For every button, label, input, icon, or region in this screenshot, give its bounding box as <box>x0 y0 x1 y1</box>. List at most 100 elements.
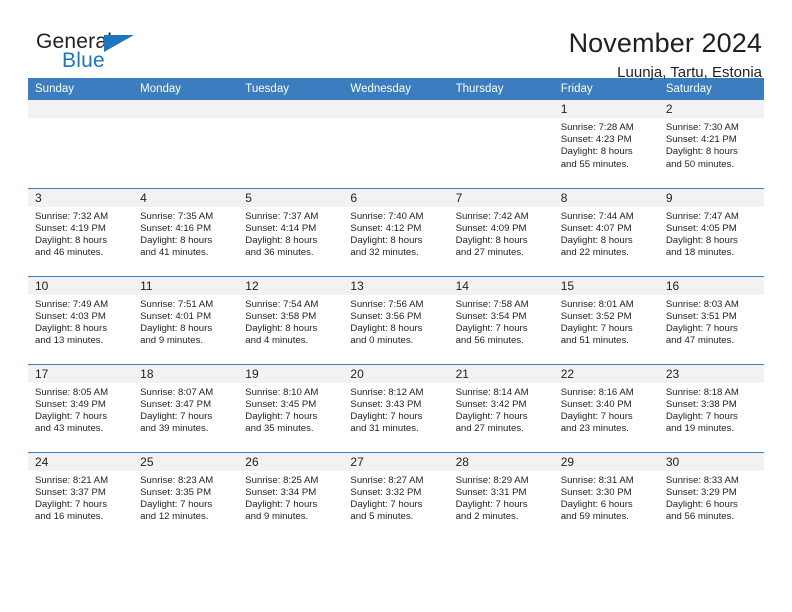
day-cell[interactable]: 26 Sunrise: 8:25 AM Sunset: 3:34 PM Dayl… <box>238 451 344 540</box>
daylight-text-line1: Daylight: 7 hours <box>455 322 528 334</box>
day-cell[interactable]: 18 Sunrise: 8:07 AM Sunset: 3:47 PM Dayl… <box>133 363 239 452</box>
day-cell[interactable]: 13 Sunrise: 7:56 AM Sunset: 3:56 PM Dayl… <box>343 275 449 364</box>
daylight-text-line1: Daylight: 7 hours <box>140 498 213 510</box>
day-cell[interactable]: 15 Sunrise: 8:01 AM Sunset: 3:52 PM Dayl… <box>553 275 659 364</box>
calendar-page: General Blue November 2024 Luunja, Tartu… <box>0 0 792 612</box>
sunset-text: Sunset: 3:43 PM <box>350 398 422 410</box>
day-cell[interactable] <box>133 100 239 188</box>
daylight-text-line2: and 2 minutes. <box>455 511 519 523</box>
day-cell[interactable]: 21 Sunrise: 8:14 AM Sunset: 3:42 PM Dayl… <box>448 363 554 452</box>
daylight-text-line2: and 43 minutes. <box>35 423 104 435</box>
day-number: 14 <box>448 276 554 295</box>
day-number: 25 <box>133 452 239 471</box>
day-cell[interactable] <box>448 100 554 188</box>
daylight-text-line2: and 27 minutes. <box>455 423 524 435</box>
day-cell[interactable]: 23 Sunrise: 8:18 AM Sunset: 3:38 PM Dayl… <box>658 363 764 452</box>
sunrise-text: Sunrise: 7:30 AM <box>665 122 739 133</box>
daylight-text-line2: and 23 minutes. <box>560 423 629 435</box>
daylight-text-line1: Daylight: 8 hours <box>560 146 633 158</box>
sunrise-text: Sunrise: 7:42 AM <box>455 210 529 222</box>
sunset-text: Sunset: 3:52 PM <box>560 310 632 322</box>
day-number: 13 <box>343 276 449 295</box>
day-cell[interactable]: 8 Sunrise: 7:44 AM Sunset: 4:07 PM Dayli… <box>553 187 659 276</box>
day-cell[interactable]: 6 Sunrise: 7:40 AM Sunset: 4:12 PM Dayli… <box>343 187 449 276</box>
daylight-text-line1: Daylight: 8 hours <box>140 322 213 334</box>
daylight-text-line2: and 56 minutes. <box>665 511 735 523</box>
day-cell[interactable]: 16 Sunrise: 8:03 AM Sunset: 3:51 PM Dayl… <box>658 275 764 364</box>
daylight-text-line2: and 16 minutes. <box>35 511 104 523</box>
day-cell[interactable] <box>238 100 344 188</box>
daylight-text-line1: Daylight: 7 hours <box>665 410 738 422</box>
daylight-text-line1: Daylight: 7 hours <box>350 498 423 510</box>
day-number: 26 <box>238 452 344 471</box>
sunset-text: Sunset: 4:14 PM <box>245 222 317 234</box>
sunrise-text: Sunrise: 8:27 AM <box>350 474 424 486</box>
sunset-text: Sunset: 4:23 PM <box>560 134 632 146</box>
day-cell[interactable]: 29 Sunrise: 8:31 AM Sunset: 3:30 PM Dayl… <box>553 451 659 540</box>
sunset-text: Sunset: 3:56 PM <box>350 310 422 322</box>
day-cell[interactable]: 9 Sunrise: 7:47 AM Sunset: 4:05 PM Dayli… <box>658 187 764 276</box>
day-cell[interactable]: 4 Sunrise: 7:35 AM Sunset: 4:16 PM Dayli… <box>133 187 239 276</box>
sunrise-text: Sunrise: 8:05 AM <box>35 386 109 398</box>
daylight-text-line2: and 39 minutes. <box>140 423 209 435</box>
daylight-text-line1: Daylight: 7 hours <box>350 410 423 422</box>
daylight-text-line1: Daylight: 8 hours <box>245 234 318 246</box>
day-cell[interactable]: 3 Sunrise: 7:32 AM Sunset: 4:19 PM Dayli… <box>28 187 134 276</box>
day-cell[interactable]: 5 Sunrise: 7:37 AM Sunset: 4:14 PM Dayli… <box>238 187 344 276</box>
sunset-text: Sunset: 4:01 PM <box>140 310 212 322</box>
sunrise-text: Sunrise: 8:21 AM <box>35 474 109 486</box>
sunrise-text: Sunrise: 7:28 AM <box>560 122 634 133</box>
day-cell[interactable]: 19 Sunrise: 8:10 AM Sunset: 3:45 PM Dayl… <box>238 363 344 452</box>
day-number: 7 <box>448 188 554 207</box>
daylight-text-line1: Daylight: 7 hours <box>560 410 633 422</box>
sunset-text: Sunset: 3:38 PM <box>665 398 737 410</box>
day-details: Sunrise: 7:32 AM Sunset: 4:19 PM Dayligh… <box>28 207 133 260</box>
day-cell[interactable]: 20 Sunrise: 8:12 AM Sunset: 3:43 PM Dayl… <box>343 363 449 452</box>
general-blue-logo[interactable]: General Blue <box>28 28 148 80</box>
day-cell[interactable]: 2 Sunrise: 7:30 AM Sunset: 4:21 PM Dayli… <box>658 100 764 188</box>
daylight-text-line1: Daylight: 8 hours <box>350 322 423 334</box>
day-details: Sunrise: 8:18 AM Sunset: 3:38 PM Dayligh… <box>659 383 764 436</box>
sunrise-text: Sunrise: 7:47 AM <box>665 210 739 222</box>
daylight-text-line1: Daylight: 8 hours <box>560 234 633 246</box>
day-cell[interactable]: 17 Sunrise: 8:05 AM Sunset: 3:49 PM Dayl… <box>28 363 134 452</box>
day-cell[interactable]: 11 Sunrise: 7:51 AM Sunset: 4:01 PM Dayl… <box>133 275 239 364</box>
day-cell[interactable]: 25 Sunrise: 8:23 AM Sunset: 3:35 PM Dayl… <box>133 451 239 540</box>
day-cell[interactable]: 12 Sunrise: 7:54 AM Sunset: 3:58 PM Dayl… <box>238 275 344 364</box>
sunrise-text: Sunrise: 8:03 AM <box>665 298 739 310</box>
sunrise-text: Sunrise: 8:01 AM <box>560 298 634 310</box>
day-cell[interactable] <box>343 100 449 188</box>
day-details: Sunrise: 7:37 AM Sunset: 4:14 PM Dayligh… <box>238 207 343 260</box>
sunrise-text: Sunrise: 8:29 AM <box>455 474 529 486</box>
daylight-text-line2: and 27 minutes. <box>455 247 524 259</box>
day-cell[interactable]: 7 Sunrise: 7:42 AM Sunset: 4:09 PM Dayli… <box>448 187 554 276</box>
day-cell[interactable]: 24 Sunrise: 8:21 AM Sunset: 3:37 PM Dayl… <box>28 451 134 540</box>
day-cell[interactable]: 27 Sunrise: 8:27 AM Sunset: 3:32 PM Dayl… <box>343 451 449 540</box>
daylight-text-line1: Daylight: 8 hours <box>35 234 107 246</box>
weekday-header-sunday: Sunday <box>28 78 134 100</box>
day-number: 24 <box>28 452 134 471</box>
day-cell[interactable]: 22 Sunrise: 8:16 AM Sunset: 3:40 PM Dayl… <box>553 363 659 452</box>
day-cell[interactable] <box>28 100 134 188</box>
day-details: Sunrise: 8:14 AM Sunset: 3:42 PM Dayligh… <box>449 383 554 436</box>
day-details: Sunrise: 7:40 AM Sunset: 4:12 PM Dayligh… <box>343 207 448 260</box>
day-cell[interactable]: 10 Sunrise: 7:49 AM Sunset: 4:03 PM Dayl… <box>28 275 134 364</box>
day-details: Sunrise: 7:54 AM Sunset: 3:58 PM Dayligh… <box>238 295 343 348</box>
sunset-text: Sunset: 3:45 PM <box>245 398 317 410</box>
day-number: 4 <box>133 188 239 207</box>
day-details: Sunrise: 8:10 AM Sunset: 3:45 PM Dayligh… <box>238 383 343 436</box>
daylight-text-line1: Daylight: 7 hours <box>455 498 528 510</box>
day-cell[interactable]: 30 Sunrise: 8:33 AM Sunset: 3:29 PM Dayl… <box>658 451 764 540</box>
sunset-text: Sunset: 3:37 PM <box>35 486 106 498</box>
day-cell[interactable]: 14 Sunrise: 7:58 AM Sunset: 3:54 PM Dayl… <box>448 275 554 364</box>
day-details: Sunrise: 7:42 AM Sunset: 4:09 PM Dayligh… <box>449 207 554 260</box>
sunrise-text: Sunrise: 8:25 AM <box>245 474 319 486</box>
day-number: 17 <box>28 364 134 383</box>
sunset-text: Sunset: 4:21 PM <box>665 134 737 146</box>
day-cell[interactable]: 28 Sunrise: 8:29 AM Sunset: 3:31 PM Dayl… <box>448 451 554 540</box>
day-number: 12 <box>238 276 344 295</box>
day-cell[interactable]: 1 Sunrise: 7:28 AM Sunset: 4:23 PM Dayli… <box>553 100 659 188</box>
day-details: Sunrise: 7:51 AM Sunset: 4:01 PM Dayligh… <box>133 295 238 348</box>
day-details: Sunrise: 8:05 AM Sunset: 3:49 PM Dayligh… <box>28 383 133 436</box>
day-number <box>28 100 134 118</box>
